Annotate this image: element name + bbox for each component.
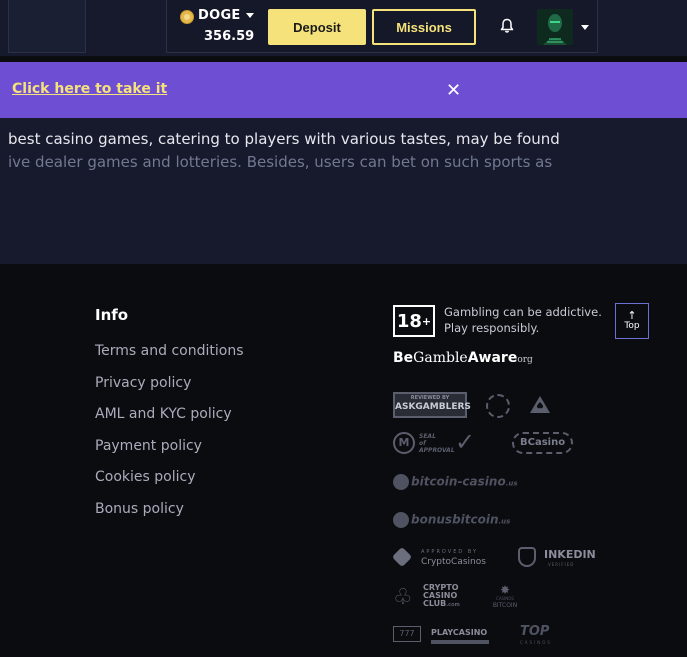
age-restriction-badge: 18 + [393,305,435,337]
cookies-policy-link[interactable]: Cookies policy [95,469,195,485]
inkedin-logo[interactable]: INKEDIN VERIFIED [518,545,608,569]
doge-coin-icon [180,10,194,24]
askgamblers-logo[interactable]: REVIEWED BY ASKGAMBLERS [393,392,471,418]
bell-icon[interactable] [500,18,514,34]
bitcoin-circle-icon [393,512,409,528]
cryptocasinos-logo[interactable]: APPROVED BY CryptoCasinos [391,546,503,568]
terms-link[interactable]: Terms and conditions [95,343,244,359]
description-text: best casino games, catering to players w… [8,130,560,148]
bonus-policy-link[interactable]: Bonus policy [95,501,184,517]
age-number: 18 [396,310,422,332]
chevron-down-icon[interactable] [581,25,589,30]
bonusbitcoin-logo[interactable]: bonusbitcoin.us [393,512,510,528]
description-text-faded: ive dealer games and lotteries. Besides,… [8,153,553,171]
gambling-warning-line1: Gambling can be addictive. [444,305,602,319]
begambleaware-logo[interactable]: BeGambleAwareorg [393,350,533,366]
close-icon[interactable]: ✕ [446,80,461,101]
avatar-figure-icon [537,9,573,45]
seal-of-approval-logo[interactable]: M SEAL of APPROVAL ✓ [393,430,489,456]
bitcoin-circle-icon [393,474,409,490]
promo-link[interactable]: Click here to take it [12,81,167,97]
arrow-up-icon: ↑ [627,309,637,322]
checkmark-icon: ✓ [455,428,476,456]
cryptocasinos-hex-icon [391,546,413,568]
payment-policy-link[interactable]: Payment policy [95,438,202,454]
age-plus: + [421,314,432,328]
privacy-policy-link[interactable]: Privacy policy [95,375,191,391]
scroll-top-label: Top [624,321,640,331]
top-casinos-logo[interactable]: TOP CASINOS [520,624,586,650]
bitcoin-casino-logo[interactable]: bitcoin-casino.us [393,474,518,490]
club-icon: ♧ [393,585,413,610]
footer-info-title: Info [95,306,129,324]
crypto-casino-club-logo[interactable]: ♧ CRYPTO CASINO CLUB.com [393,584,473,614]
star-badge-icon: ✸ [499,583,511,597]
seal-m-icon: M [393,432,415,454]
shield-icon [518,547,536,567]
playcasino-logo[interactable]: 777 PLAYCASINO [393,624,503,646]
aml-kyc-policy-link[interactable]: AML and KYC policy [95,406,232,422]
missions-button[interactable]: Missions [372,9,476,45]
scroll-top-button[interactable]: ↑ Top [615,303,649,339]
casinos-bitcoin-logo[interactable]: ✸ CASINOS BITCOIN [485,584,525,612]
casino-seal-icon[interactable] [486,394,510,418]
chevron-down-icon[interactable] [246,13,254,18]
currency-selector[interactable]: DOGE [198,8,241,23]
deposit-button[interactable]: Deposit [268,9,366,45]
slot-machine-icon: 777 [393,626,421,642]
wallet-balance: 356.59 [204,29,255,44]
gambling-warning-line2: Play responsibly. [444,321,540,335]
header-left-panel [8,0,86,53]
spade-logo-icon[interactable] [527,393,553,417]
bcasino-logo[interactable]: BCasino [512,432,574,454]
user-avatar[interactable] [537,9,573,45]
